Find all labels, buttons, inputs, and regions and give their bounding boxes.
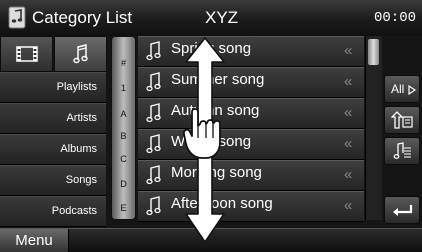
- alpha-index-item[interactable]: C: [112, 154, 135, 164]
- song-title: Autumn song: [171, 102, 260, 119]
- alpha-index-item[interactable]: B: [112, 131, 135, 141]
- category-tabs: [0, 36, 108, 72]
- category-label: Albums: [60, 143, 97, 155]
- category-item-podcasts[interactable]: Podcasts: [0, 196, 106, 227]
- tab-video[interactable]: [0, 36, 53, 72]
- return-arrow-icon: [393, 205, 413, 216]
- music-note-icon: [146, 103, 161, 123]
- music-note-icon: [146, 72, 161, 92]
- source-name: XYZ: [205, 8, 239, 27]
- song-action-icon[interactable]: «: [344, 42, 352, 59]
- music-note-icon: [146, 165, 161, 185]
- list-item[interactable]: Afternoon song «: [138, 191, 364, 222]
- alpha-index-item[interactable]: 1: [112, 83, 135, 93]
- category-label: Playlists: [56, 81, 97, 93]
- category-item-playlists[interactable]: Playlists: [0, 72, 106, 103]
- play-right-icon: [408, 85, 416, 95]
- song-action-icon[interactable]: «: [344, 135, 352, 152]
- category-label: Songs: [65, 174, 97, 186]
- alpha-index-bar[interactable]: # 1 A B C D E: [111, 36, 136, 220]
- song-title: Summer song: [171, 71, 265, 88]
- category-item-albums[interactable]: Albums: [0, 134, 106, 165]
- alpha-index-item[interactable]: #: [112, 58, 135, 68]
- alpha-index-item[interactable]: A: [112, 109, 135, 119]
- song-action-icon[interactable]: «: [344, 104, 352, 121]
- song-action-icon[interactable]: «: [344, 197, 352, 214]
- tab-music[interactable]: [54, 36, 107, 72]
- category-label: Artists: [66, 112, 97, 124]
- song-title: Spring song: [171, 40, 252, 57]
- music-device-icon: [8, 6, 26, 29]
- music-note-icon: [146, 196, 161, 216]
- list-item[interactable]: Summer song «: [138, 67, 364, 98]
- category-item-songs[interactable]: Songs: [0, 165, 106, 196]
- header-bar: Category List XYZ 00:00: [0, 0, 422, 36]
- song-action-icon[interactable]: «: [344, 166, 352, 183]
- all-button-label: All: [391, 82, 405, 96]
- music-note-icon: [146, 134, 161, 154]
- music-note-icon: [146, 41, 161, 61]
- alpha-index-item[interactable]: E: [112, 203, 135, 213]
- song-action-icon[interactable]: «: [344, 73, 352, 90]
- list-item[interactable]: Spring song «: [138, 36, 364, 67]
- film-icon: [15, 46, 38, 62]
- list-item[interactable]: Autumn song «: [138, 98, 364, 129]
- song-title: Morning song: [171, 164, 262, 181]
- clock: 00:00: [374, 10, 417, 26]
- category-item-artists[interactable]: Artists: [0, 103, 106, 134]
- scrollbar-thumb[interactable]: [368, 39, 379, 65]
- folder-up-button[interactable]: [384, 106, 420, 134]
- playlist-icon: [393, 142, 411, 159]
- playlist-button[interactable]: [384, 137, 420, 165]
- music-note-icon: [72, 44, 88, 64]
- list-item[interactable]: Winter song «: [138, 129, 364, 160]
- song-title: Afternoon song: [171, 195, 273, 212]
- list-item[interactable]: Morning song «: [138, 160, 364, 191]
- alpha-index-item[interactable]: D: [112, 179, 135, 189]
- category-list-screen: Category List XYZ 00:00 Playlists Artist…: [0, 0, 422, 252]
- back-button[interactable]: [384, 196, 420, 224]
- page-title: Category List: [32, 8, 133, 27]
- category-label: Podcasts: [51, 205, 97, 217]
- all-button[interactable]: All: [384, 75, 420, 103]
- list-scrollbar[interactable]: [365, 36, 382, 220]
- footer-bar: Menu: [0, 228, 422, 252]
- song-title: Winter song: [171, 133, 252, 150]
- menu-button[interactable]: Menu: [0, 229, 69, 252]
- folder-up-icon: [391, 111, 413, 129]
